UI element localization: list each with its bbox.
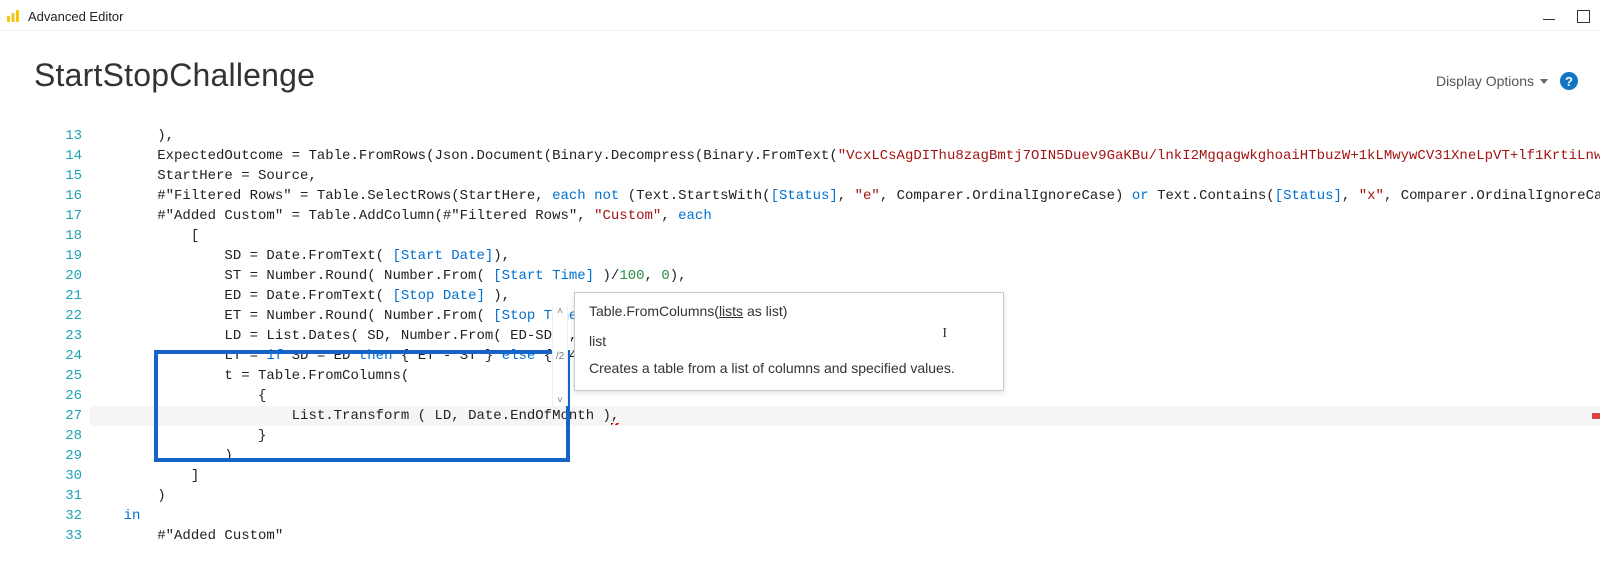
line-number: 14 <box>34 146 82 166</box>
line-number: 30 <box>34 466 82 486</box>
query-name: StartStopChallenge <box>34 57 315 94</box>
help-icon[interactable]: ? <box>1560 72 1578 90</box>
chevron-down-icon: ˅ <box>553 395 567 406</box>
code-line[interactable]: StartHere = Source, <box>90 166 1600 186</box>
maximize-button[interactable] <box>1577 10 1590 23</box>
code-line[interactable]: List.Transform ( LD, Date.EndOfMonth ), <box>90 406 1600 426</box>
code-line[interactable]: } <box>90 426 1600 446</box>
line-number: 23 <box>34 326 82 346</box>
editor-header: StartStopChallenge Display Options ? <box>0 31 1600 100</box>
line-number: 29 <box>34 446 82 466</box>
title-bar: Advanced Editor <box>0 0 1600 31</box>
line-number: 17 <box>34 206 82 226</box>
minimize-button[interactable] <box>1543 19 1555 20</box>
code-line[interactable]: ST = Number.Round( Number.From( [Start T… <box>90 266 1600 286</box>
intellisense-tooltip: Table.FromColumns(lists as list) list Cr… <box>574 292 1004 391</box>
code-editor[interactable]: 1314151617181920212223242526272829303132… <box>34 126 1600 565</box>
line-number: 28 <box>34 426 82 446</box>
chevron-down-icon <box>1540 79 1548 84</box>
line-number: 32 <box>34 506 82 526</box>
fold-marker-column: ˄ /2 ˅ <box>552 306 568 406</box>
code-line[interactable]: ) <box>90 446 1600 466</box>
tooltip-description: Creates a table from a list of columns a… <box>589 358 989 380</box>
line-number: 27 <box>34 406 82 426</box>
line-number: 19 <box>34 246 82 266</box>
line-number: 25 <box>34 366 82 386</box>
tooltip-signature: Table.FromColumns(lists as list) <box>589 301 989 323</box>
line-number: 26 <box>34 386 82 406</box>
error-marker <box>1592 413 1600 419</box>
line-number: 18 <box>34 226 82 246</box>
line-number: 20 <box>34 266 82 286</box>
code-line[interactable]: ExpectedOutcome = Table.FromRows(Json.Do… <box>90 146 1600 166</box>
line-number-gutter: 1314151617181920212223242526272829303132… <box>34 126 90 565</box>
display-options-label: Display Options <box>1436 73 1534 89</box>
fold-marker-text: /2 <box>553 351 567 362</box>
app-title: Advanced Editor <box>28 9 123 24</box>
code-line[interactable]: in <box>90 506 1600 526</box>
code-line[interactable]: #"Added Custom" <box>90 526 1600 546</box>
powerbi-icon <box>6 9 20 23</box>
code-line[interactable]: ), <box>90 126 1600 146</box>
code-line[interactable]: #"Filtered Rows" = Table.SelectRows(Star… <box>90 186 1600 206</box>
chevron-up-icon: ˄ <box>553 306 567 317</box>
line-number: 16 <box>34 186 82 206</box>
line-number: 21 <box>34 286 82 306</box>
code-line[interactable]: [ <box>90 226 1600 246</box>
line-number: 13 <box>34 126 82 146</box>
code-line[interactable]: ) <box>90 486 1600 506</box>
line-number: 22 <box>34 306 82 326</box>
code-line[interactable]: #"Added Custom" = Table.AddColumn(#"Filt… <box>90 206 1600 226</box>
display-options-dropdown[interactable]: Display Options <box>1436 73 1548 89</box>
line-number: 33 <box>34 526 82 546</box>
text-cursor-icon: I <box>942 323 947 345</box>
code-line[interactable]: SD = Date.FromText( [Start Date]), <box>90 246 1600 266</box>
tooltip-return-type: list <box>589 331 989 353</box>
code-line[interactable]: ] <box>90 466 1600 486</box>
line-number: 31 <box>34 486 82 506</box>
line-number: 15 <box>34 166 82 186</box>
window-controls <box>1543 10 1594 23</box>
line-number: 24 <box>34 346 82 366</box>
